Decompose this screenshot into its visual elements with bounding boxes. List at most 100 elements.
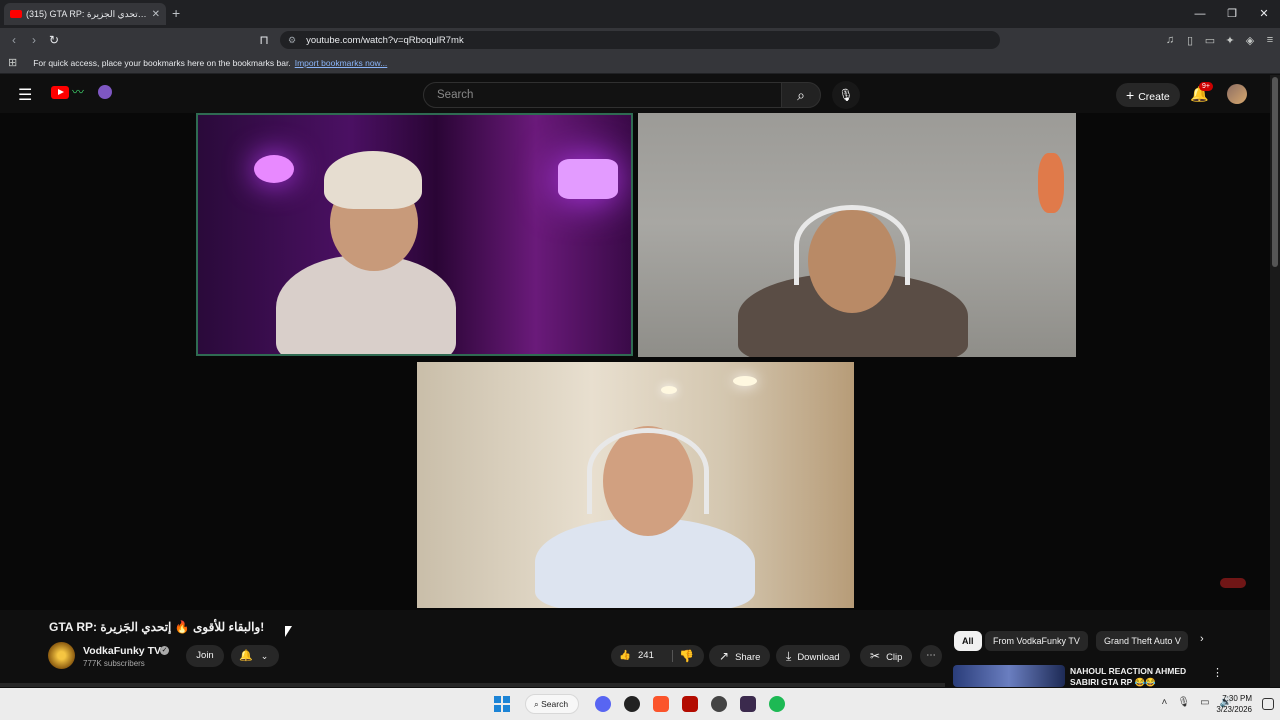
plus-icon: + bbox=[1126, 87, 1135, 103]
clip-label: Clip bbox=[886, 652, 903, 663]
network-icon[interactable]: ▭ bbox=[1200, 697, 1209, 708]
taskbar-search[interactable]: ⌕ Search bbox=[525, 694, 579, 714]
chevron-down-icon: ⌄ bbox=[260, 651, 269, 661]
brave-browser-icon[interactable] bbox=[653, 696, 669, 712]
media-icon[interactable]: ♫ bbox=[1160, 34, 1180, 46]
obs-icon[interactable] bbox=[711, 696, 727, 712]
channel-avatar[interactable] bbox=[48, 642, 75, 669]
import-bookmarks-link[interactable]: Import bookmarks now... bbox=[295, 58, 388, 68]
chevron-right-icon[interactable]: › bbox=[1200, 633, 1204, 645]
discord-icon[interactable] bbox=[595, 696, 611, 712]
extension-icon[interactable]: ✦ bbox=[1220, 34, 1240, 47]
browser-tab-bar: (315) GTA RP: والبقاء للأقوى 🔥 تحدي الجز… bbox=[0, 0, 1280, 28]
shield-icon[interactable]: ◈ bbox=[1240, 34, 1260, 47]
search-icon[interactable]: ⌕ bbox=[781, 82, 821, 108]
create-button[interactable]: + Create bbox=[1116, 83, 1180, 107]
back-icon[interactable]: ‹ bbox=[4, 33, 24, 47]
share-label: Share bbox=[735, 652, 761, 663]
webcam-feed-1 bbox=[196, 113, 633, 356]
search-input[interactable]: Search bbox=[423, 82, 782, 108]
user-avatar[interactable] bbox=[1227, 84, 1247, 104]
apps-grid-icon[interactable]: ⊞ bbox=[8, 56, 17, 69]
forward-icon[interactable]: › bbox=[24, 33, 44, 47]
wallet-icon[interactable]: ▭ bbox=[1200, 34, 1220, 47]
toolbar-icons: ♫ ▯ ▭ ✦ ◈ ≡ bbox=[1160, 28, 1280, 52]
download-label: Download bbox=[797, 652, 840, 663]
taskbar-clock[interactable]: 7:30 PM 3/23/2026 bbox=[1216, 693, 1252, 715]
share-icon: ↗ bbox=[719, 649, 730, 663]
github-icon[interactable] bbox=[624, 696, 640, 712]
share-button[interactable]: ↗ Share bbox=[709, 645, 771, 667]
url-field[interactable]: ⚙ youtube.com/watch?v=qRboqulR7mk bbox=[280, 31, 1000, 49]
chevron-up-icon[interactable]: ˄ bbox=[1162, 697, 1168, 708]
ceiling-light bbox=[733, 376, 757, 386]
url-text: youtube.com/watch?v=qRboqulR7mk bbox=[306, 34, 464, 46]
dislike-icon[interactable]: 👎 bbox=[679, 645, 694, 667]
bookmark-icon[interactable]: ⊓ bbox=[254, 33, 274, 47]
like-dislike-group: 👍 241 👎 bbox=[611, 645, 704, 667]
person-headset bbox=[794, 205, 910, 285]
bookmarks-bar: ⊞ For quick access, place your bookmarks… bbox=[0, 52, 1280, 74]
chip-from-channel[interactable]: From VodkaFunky TV bbox=[985, 631, 1088, 651]
window-close-icon[interactable]: ✕ bbox=[1248, 0, 1280, 28]
tab-close-icon[interactable]: ✕ bbox=[152, 9, 160, 20]
more-actions-icon[interactable]: ⋯ bbox=[920, 645, 942, 667]
download-button[interactable]: ⤓ Download bbox=[776, 645, 850, 667]
youtube-doodle[interactable]: 〰 bbox=[72, 83, 112, 103]
windows-start-icon[interactable] bbox=[494, 696, 510, 712]
page-scrollbar[interactable] bbox=[1270, 75, 1280, 687]
clock-date: 3/23/2026 bbox=[1216, 705, 1252, 714]
notification-badge: 9+ bbox=[1199, 82, 1213, 91]
microphone-icon[interactable]: 🎙 bbox=[1177, 697, 1190, 708]
like-count[interactable]: 241 bbox=[638, 645, 654, 667]
flowers bbox=[1038, 153, 1064, 213]
ceiling-light bbox=[661, 386, 677, 394]
menu-icon[interactable]: ≡ bbox=[1260, 34, 1280, 46]
create-label: Create bbox=[1138, 91, 1170, 103]
comments-divider bbox=[0, 683, 945, 687]
site-info-icon[interactable]: ⚙ bbox=[288, 35, 296, 46]
new-tab-icon[interactable]: + bbox=[172, 5, 180, 21]
download-icon: ⤓ bbox=[786, 649, 792, 663]
like-icon[interactable]: 👍 bbox=[619, 645, 631, 667]
recommendation-thumbnail[interactable] bbox=[953, 665, 1065, 687]
tab-title: (315) GTA RP: والبقاء للأقوى 🔥 تحدي الجز… bbox=[26, 8, 148, 19]
notification-center-icon[interactable] bbox=[1262, 698, 1274, 710]
sidebar-icon[interactable]: ▯ bbox=[1180, 34, 1200, 47]
reload-icon[interactable]: ↻ bbox=[44, 33, 64, 47]
youtube-favicon-icon bbox=[10, 10, 22, 18]
lamp-light bbox=[254, 155, 294, 183]
acrobat-icon[interactable] bbox=[682, 696, 698, 712]
divider bbox=[672, 650, 673, 662]
channel-name[interactable]: VodkaFunky TV bbox=[83, 645, 161, 657]
scissors-icon: ✂ bbox=[870, 649, 881, 663]
webcam-feed-3 bbox=[417, 362, 854, 608]
microphone-icon[interactable]: 🎙 bbox=[832, 81, 860, 109]
vegas-icon[interactable] bbox=[740, 696, 756, 712]
person-headset bbox=[587, 428, 709, 514]
bell-icon: 🔔 bbox=[239, 650, 253, 662]
more-vertical-icon[interactable]: ⋮ bbox=[1212, 666, 1223, 679]
youtube-logo-icon[interactable] bbox=[51, 86, 69, 99]
minimize-icon[interactable]: — bbox=[1184, 0, 1216, 28]
browser-tab[interactable]: (315) GTA RP: والبقاء للأقوى 🔥 تحدي الجز… bbox=[4, 3, 166, 25]
windows-taskbar: ⌕ Search ˄ 🎙 ▭ 🔊 7:30 PM 3/23/2026 bbox=[0, 688, 1280, 720]
chip-gta[interactable]: Grand Theft Auto V bbox=[1096, 631, 1188, 651]
taskbar-search-label: Search bbox=[541, 699, 569, 709]
channel-watermark[interactable] bbox=[1220, 578, 1246, 588]
scroll-thumb[interactable] bbox=[1272, 77, 1278, 267]
recommendation-title[interactable]: NAHOUL REACTION AHMED SABIRI GTA RP 😂😂 bbox=[1070, 666, 1200, 688]
subscribe-notification-button[interactable]: 🔔 ⌄ bbox=[231, 645, 279, 667]
bookmarks-prompt: For quick access, place your bookmarks h… bbox=[33, 57, 291, 68]
video-player[interactable] bbox=[0, 113, 1270, 610]
clip-button[interactable]: ✂ Clip bbox=[860, 645, 913, 667]
restore-icon[interactable]: ❐ bbox=[1216, 0, 1248, 28]
address-bar-row: ‹ › ↻ ⊓ ⚙ youtube.com/watch?v=qRboqulR7m… bbox=[0, 28, 1280, 52]
chip-all[interactable]: All bbox=[954, 631, 982, 651]
lamp-light bbox=[558, 159, 618, 199]
spotify-icon[interactable] bbox=[769, 696, 785, 712]
hamburger-menu-icon[interactable]: ☰ bbox=[18, 85, 32, 105]
video-title: GTA RP: والبقاء للأقوى 🔥 إتحدي الجَزيرة! bbox=[49, 620, 265, 634]
subscriber-count: 777K subscribers bbox=[83, 659, 145, 668]
join-button[interactable]: Join bbox=[186, 645, 224, 667]
